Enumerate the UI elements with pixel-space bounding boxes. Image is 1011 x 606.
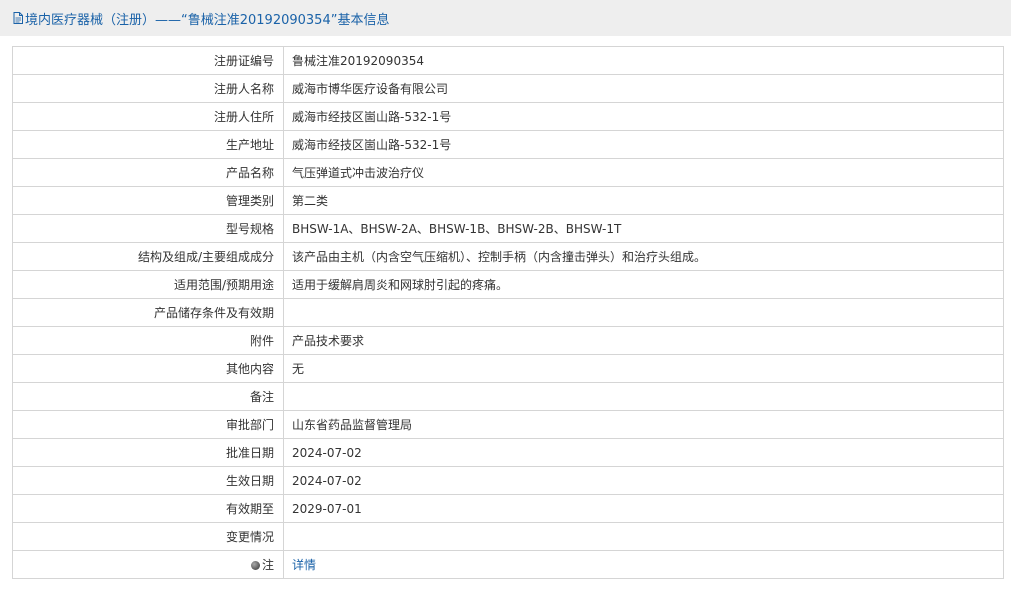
row-label: 生效日期 [12,466,284,495]
row-value: 2024-07-02 [283,466,1004,495]
row-label: 管理类别 [12,186,284,215]
row-value: BHSW-1A、BHSW-2A、BHSW-1B、BHSW-2B、BHSW-1T [283,214,1004,243]
info-row: 适用范围/预期用途 适用于缓解肩周炎和网球肘引起的疼痛。 [12,270,1004,299]
row-value: 该产品由主机（内含空气压缩机）、控制手柄（内含撞击弹头）和治疗头组成。 [283,242,1004,271]
info-row: 其他内容无 [12,354,1004,383]
info-dot-icon [250,561,260,570]
row-label: 注册人名称 [12,74,284,103]
row-label: 结构及组成/主要组成成分 [12,242,284,271]
info-row: 变更情况 [12,522,1004,551]
page-header: 境内医疗器械（注册）——“鲁械注准20192090354”基本信息 [0,0,1011,36]
document-icon [13,12,23,24]
row-value: 威海市经技区崮山路-532-1号 [283,130,1004,159]
row-label: 审批部门 [12,410,284,439]
row-value: 鲁械注准20192090354 [283,46,1004,75]
note-label-cell: 注 [12,550,284,579]
info-row: 附件 产品技术要求 [12,326,1004,355]
row-label: 适用范围/预期用途 [12,270,284,299]
row-value: 无 [283,354,1004,383]
row-value: 2029-07-01 [283,494,1004,523]
info-row: 审批部门 山东省药品监督管理局 [12,410,1004,439]
row-value: 气压弹道式冲击波治疗仪 [283,158,1004,187]
info-row: 管理类别 第二类 [12,186,1004,215]
info-row: 生效日期 2024-07-02 [12,466,1004,495]
row-value: 2024-07-02 [283,438,1004,467]
page-title: 境内医疗器械（注册）——“鲁械注准20192090354”基本信息 [25,12,390,28]
row-label: 批准日期 [12,438,284,467]
note-value-cell: 详情 [283,550,1004,579]
row-value [283,298,1004,327]
row-value: 产品技术要求 [283,326,1004,355]
info-row: 备注 [12,382,1004,411]
row-label: 产品储存条件及有效期 [12,298,284,327]
row-label: 注册证编号 [12,46,284,75]
row-label: 备注 [12,382,284,411]
info-row: 结构及组成/主要组成成分 该产品由主机（内含空气压缩机）、控制手柄（内含撞击弹头）… [12,242,1004,271]
info-row: 注册证编号 鲁械注准20192090354 [12,46,1004,75]
row-label: 有效期至 [12,494,284,523]
row-value [283,522,1004,551]
row-value: 威海市经技区崮山路-532-1号 [283,102,1004,131]
info-row: 型号规格 BHSW-1A、BHSW-2A、BHSW-1B、BHSW-2B、BHSW… [12,214,1004,243]
row-value [283,382,1004,411]
info-row: 生产地址 威海市经技区崮山路-532-1号 [12,130,1004,159]
note-label: 注 [261,558,274,572]
row-value: 山东省药品监督管理局 [283,410,1004,439]
info-row: 有效期至 2029-07-01 [12,494,1004,523]
row-value: 威海市博华医疗设备有限公司 [283,74,1004,103]
info-table-body: 注册证编号 鲁械注准20192090354 注册人名称 威海市博华医疗设备有限公司 注册… [12,46,1004,579]
row-label: 产品名称 [12,158,284,187]
row-label: 附件 [12,326,284,355]
row-value: 适用于缓解肩周炎和网球肘引起的疼痛。 [283,270,1004,299]
info-row: 产品储存条件及有效期 [12,298,1004,327]
row-label: 型号规格 [12,214,284,243]
info-row: 产品名称 气压弹道式冲击波治疗仪 [12,158,1004,187]
row-value: 第二类 [283,186,1004,215]
row-label: 变更情况 [12,522,284,551]
row-label: 生产地址 [12,130,284,159]
row-label: 注册人住所 [12,102,284,131]
info-row: 注册人住所 威海市经技区崮山路-532-1号 [12,102,1004,131]
note-row: 注 详情 [12,550,1004,579]
registration-info-table: 注册证编号 鲁械注准20192090354 注册人名称 威海市博华医疗设备有限公司 注册… [12,46,1004,579]
details-link[interactable]: 详情 [292,558,316,572]
row-label: 其他内容 [12,354,284,383]
info-row: 批准日期 2024-07-02 [12,438,1004,467]
info-row: 注册人名称 威海市博华医疗设备有限公司 [12,74,1004,103]
